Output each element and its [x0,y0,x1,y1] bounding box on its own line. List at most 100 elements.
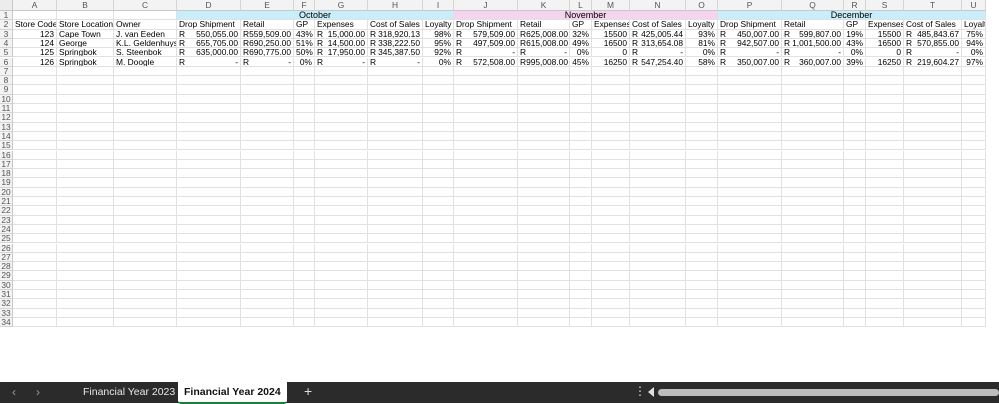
cell[interactable] [630,122,686,132]
cell[interactable] [368,280,423,290]
cell[interactable] [423,206,454,216]
cell[interactable] [177,104,241,114]
cell[interactable] [13,252,57,263]
cell[interactable] [57,178,114,188]
cell[interactable] [630,271,686,281]
cell[interactable] [844,252,866,263]
column-title[interactable]: Cost of Sales [904,20,962,30]
cell[interactable] [518,104,570,114]
cell[interactable] [782,141,844,151]
cell[interactable] [782,178,844,188]
cell[interactable] [423,308,454,318]
cell[interactable] [13,271,57,281]
cell[interactable] [570,66,592,77]
cell[interactable] [782,243,844,253]
cell[interactable] [57,299,114,309]
table-cell[interactable]: 95% [423,38,454,49]
table-cell[interactable]: R 338,222.50 [368,38,423,49]
row-header-23[interactable]: 23 [0,215,13,225]
cell[interactable] [454,141,518,151]
cell[interactable] [592,66,630,77]
cell[interactable] [962,94,986,104]
cell[interactable] [962,159,986,170]
table-cell[interactable]: R 635,000.00 [177,48,241,58]
cell[interactable] [904,131,962,142]
cell[interactable] [13,122,57,132]
cell[interactable] [570,224,592,235]
cell[interactable] [368,271,423,281]
cell[interactable] [315,85,368,95]
cell[interactable] [57,141,114,151]
cell[interactable] [686,262,718,272]
cell[interactable] [57,11,114,21]
table-cell[interactable]: 123 [13,29,57,39]
cell[interactable] [686,271,718,281]
cell[interactable] [518,206,570,216]
cell[interactable] [294,243,315,253]
cell[interactable] [844,280,866,290]
cell[interactable] [114,299,177,309]
cell[interactable] [368,66,423,77]
cell[interactable] [866,169,904,179]
cell[interactable] [241,131,294,142]
cell[interactable] [630,76,686,86]
cell[interactable] [686,169,718,179]
cell[interactable] [962,271,986,281]
cell[interactable] [454,299,518,309]
cell[interactable] [866,224,904,235]
table-cell[interactable]: R 599,807.00 [782,29,844,39]
cell[interactable] [57,262,114,272]
table-cell[interactable]: R- [368,57,423,67]
cell[interactable] [718,299,782,309]
cell[interactable] [315,290,368,300]
cell[interactable] [782,113,844,123]
cell[interactable] [13,11,57,21]
cell[interactable] [718,150,782,160]
table-cell[interactable]: 51% [294,38,315,49]
cell[interactable] [518,122,570,132]
table-cell[interactable]: R 14,500.00 [315,38,368,49]
cell[interactable] [315,122,368,132]
cell[interactable] [454,317,518,328]
cell[interactable] [844,234,866,244]
cell[interactable] [13,197,57,207]
table-cell[interactable]: 49% [570,38,592,49]
cell[interactable] [630,85,686,95]
cell[interactable] [57,243,114,253]
column-title[interactable]: Expenses [592,20,630,30]
cell[interactable] [866,94,904,104]
cell[interactable] [844,178,866,188]
cell[interactable] [114,159,177,170]
cell[interactable] [904,178,962,188]
cell[interactable] [904,252,962,263]
cell[interactable] [630,280,686,290]
column-header-j[interactable]: J [454,0,518,11]
cell[interactable] [570,178,592,188]
cell[interactable] [368,224,423,235]
cell[interactable] [368,76,423,86]
table-cell[interactable]: 125 [13,48,57,58]
cell[interactable] [294,299,315,309]
cell[interactable] [718,187,782,197]
table-cell[interactable]: 97% [962,57,986,67]
cell[interactable] [592,187,630,197]
cell[interactable] [686,290,718,300]
cell[interactable] [177,308,241,318]
row-header-9[interactable]: 9 [0,85,13,95]
cell[interactable] [454,169,518,179]
cell[interactable] [718,113,782,123]
cell[interactable] [423,150,454,160]
cell[interactable] [570,262,592,272]
row-header-33[interactable]: 33 [0,308,13,318]
cell[interactable] [904,299,962,309]
cell[interactable] [368,122,423,132]
cell[interactable] [368,187,423,197]
cell[interactable] [177,317,241,328]
cell[interactable] [630,308,686,318]
cell[interactable] [114,308,177,318]
cell[interactable] [177,299,241,309]
column-header-h[interactable]: H [368,0,423,11]
cell[interactable] [368,141,423,151]
cell[interactable] [423,262,454,272]
cell[interactable] [114,271,177,281]
